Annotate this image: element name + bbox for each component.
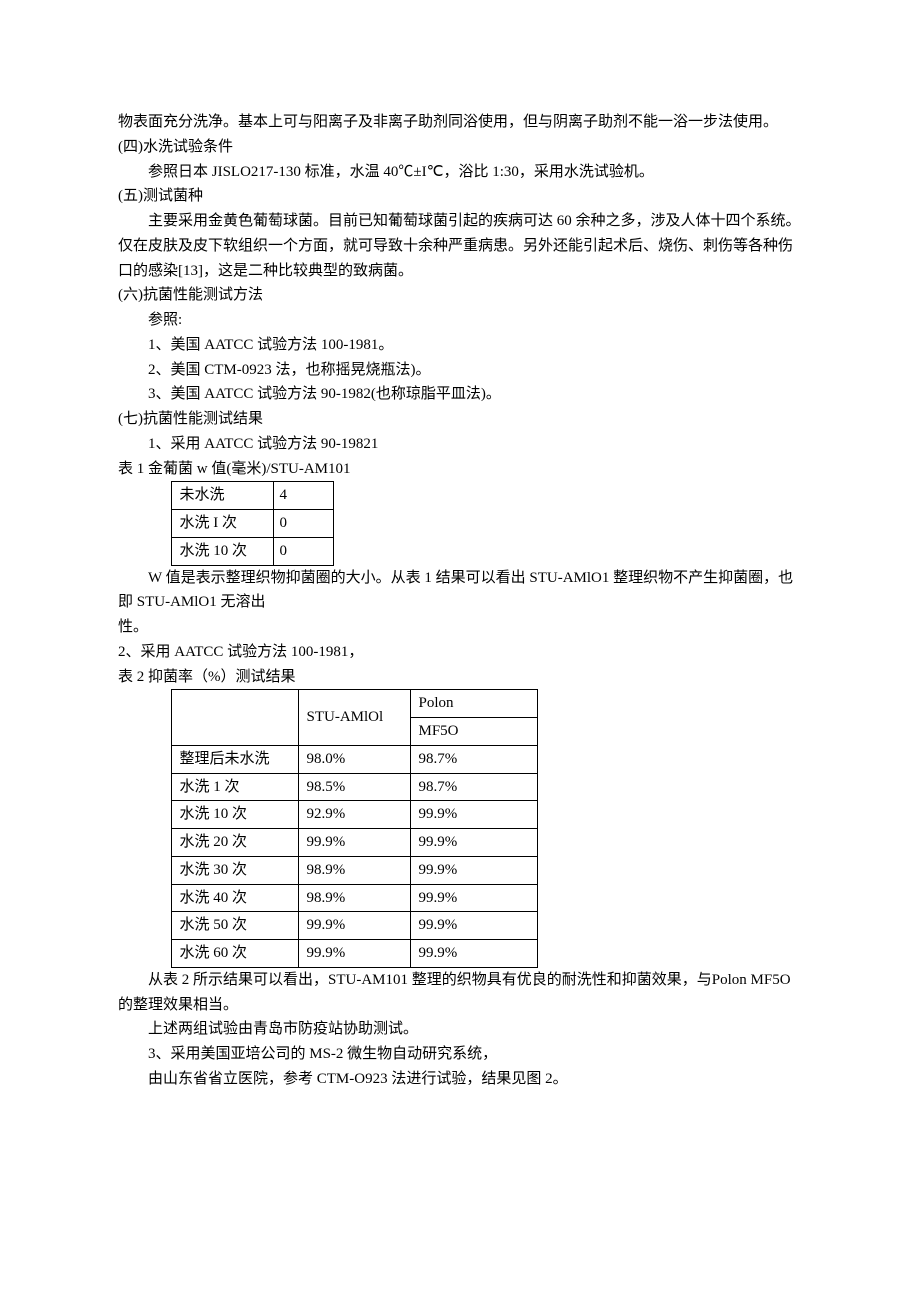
table-cell: 98.9% — [298, 856, 410, 884]
table-cell: 99.9% — [410, 912, 537, 940]
table-cell: 98.5% — [298, 773, 410, 801]
section-heading-4: (四)水洗试验条件 — [118, 135, 802, 160]
table-cell: 水洗 50 次 — [171, 912, 298, 940]
body-text: 物表面充分洗净。基本上可与阳离子及非离子助剂同浴使用，但与阴离子助剂不能一浴一步… — [118, 110, 802, 135]
table-cell: 99.9% — [410, 856, 537, 884]
list-item: 1、采用 AATCC 试验方法 90-19821 — [118, 432, 802, 457]
table-cell: 99.9% — [298, 912, 410, 940]
section-heading-5: (五)测试菌种 — [118, 184, 802, 209]
table-cell: 整理后未水洗 — [171, 745, 298, 773]
table-cell: 水洗 I 次 — [171, 510, 273, 538]
body-text: 2、采用 AATCC 试验方法 100-1981， — [118, 640, 802, 665]
table-cell: MF5O — [410, 718, 537, 746]
body-text: 参照日本 JISLO217-130 标准，水温 40℃±I℃，浴比 1:30，采… — [118, 160, 802, 185]
table-2: STU-AMlOl Polon MF5O 整理后未水洗 98.0% 98.7% … — [171, 689, 538, 968]
table-row: 水洗 1 次 98.5% 98.7% — [171, 773, 537, 801]
list-item: 1、美国 AATCC 试验方法 100-1981。 — [118, 333, 802, 358]
table-row: 未水洗 4 — [171, 482, 333, 510]
table-cell: 水洗 1 次 — [171, 773, 298, 801]
table-cell: 0 — [273, 510, 333, 538]
table-row: 水洗 20 次 99.9% 99.9% — [171, 829, 537, 857]
table-row: 水洗 I 次 0 — [171, 510, 333, 538]
body-text: 从表 2 所示结果可以看出，STU-AM101 整理的织物具有优良的耐洗性和抑菌… — [118, 968, 802, 1018]
table-row: 水洗 10 次 92.9% 99.9% — [171, 801, 537, 829]
table-cell: 99.9% — [410, 940, 537, 968]
list-item: 2、美国 CTM-0923 法，也称摇晃烧瓶法)。 — [118, 358, 802, 383]
table-cell: 98.0% — [298, 745, 410, 773]
table-cell: 92.9% — [298, 801, 410, 829]
table-row: 水洗 60 次 99.9% 99.9% — [171, 940, 537, 968]
body-text: 上述两组试验由青岛市防疫站协助测试。 — [118, 1017, 802, 1042]
table-cell: 99.9% — [410, 829, 537, 857]
table-row: 整理后未水洗 98.0% 98.7% — [171, 745, 537, 773]
section-heading-7: (七)抗菌性能测试结果 — [118, 407, 802, 432]
body-text: W 值是表示整理织物抑菌圈的大小。从表 1 结果可以看出 STU-AMlO1 整… — [118, 566, 802, 616]
body-text: 性。 — [118, 615, 802, 640]
table-row: 水洗 10 次 0 — [171, 537, 333, 565]
list-item: 3、美国 AATCC 试验方法 90-1982(也称琼脂平皿法)。 — [118, 382, 802, 407]
body-text: 由山东省省立医院，参考 CTM-O923 法进行试验，结果见图 2。 — [118, 1067, 802, 1092]
table-cell: 99.9% — [298, 829, 410, 857]
table-cell: 水洗 10 次 — [171, 801, 298, 829]
table-cell: 99.9% — [298, 940, 410, 968]
table-cell: 4 — [273, 482, 333, 510]
table-cell: 水洗 20 次 — [171, 829, 298, 857]
table-cell: 99.9% — [410, 801, 537, 829]
table-row: STU-AMlOl Polon — [171, 690, 537, 718]
table-cell: 水洗 40 次 — [171, 884, 298, 912]
table-cell: 未水洗 — [171, 482, 273, 510]
body-text: 参照: — [118, 308, 802, 333]
table-1-title: 表 1 金葡菌 w 值(毫米)/STU-AM101 — [118, 457, 802, 482]
table-cell: STU-AMlOl — [298, 690, 410, 746]
table-cell: 0 — [273, 537, 333, 565]
table-row: 水洗 50 次 99.9% 99.9% — [171, 912, 537, 940]
table-1: 未水洗 4 水洗 I 次 0 水洗 10 次 0 — [171, 481, 334, 565]
table-cell: 水洗 60 次 — [171, 940, 298, 968]
table-cell: 99.9% — [410, 884, 537, 912]
body-text: 3、采用美国亚培公司的 MS-2 微生物自动研究系统， — [118, 1042, 802, 1067]
table-cell: 水洗 30 次 — [171, 856, 298, 884]
table-cell: Polon — [410, 690, 537, 718]
table-cell — [171, 690, 298, 746]
section-heading-6: (六)抗菌性能测试方法 — [118, 283, 802, 308]
table-cell: 98.7% — [410, 745, 537, 773]
table-2-title: 表 2 抑菌率（%）测试结果 — [118, 665, 802, 690]
table-row: 水洗 30 次 98.9% 99.9% — [171, 856, 537, 884]
table-cell: 98.9% — [298, 884, 410, 912]
table-cell: 98.7% — [410, 773, 537, 801]
body-text: 主要采用金黄色葡萄球菌。目前已知葡萄球菌引起的疾病可达 60 余种之多，涉及人体… — [118, 209, 802, 283]
table-row: 水洗 40 次 98.9% 99.9% — [171, 884, 537, 912]
table-cell: 水洗 10 次 — [171, 537, 273, 565]
